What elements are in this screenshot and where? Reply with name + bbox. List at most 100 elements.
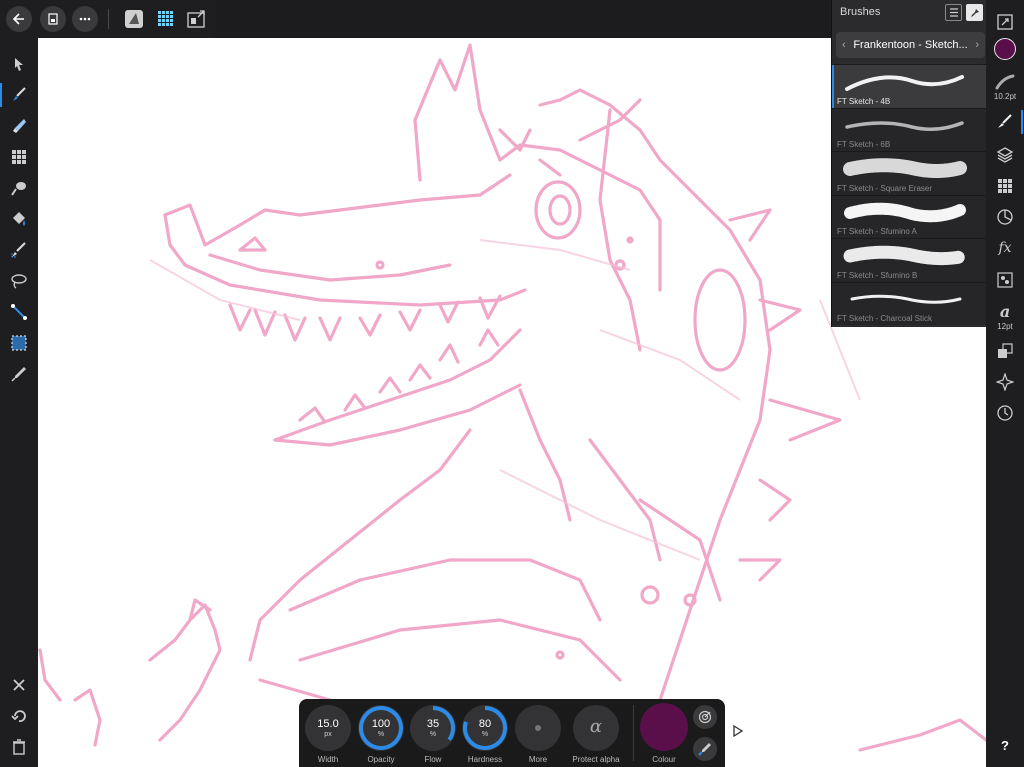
picker-icon[interactable] xyxy=(693,737,717,761)
channels-icon[interactable] xyxy=(991,266,1019,294)
help-icon[interactable]: ? xyxy=(996,738,1014,756)
brush-name: FT Sketch - 6B xyxy=(837,140,891,149)
selection-brush-tool-icon[interactable] xyxy=(5,236,33,264)
brush-item[interactable]: FT Sketch - 4B xyxy=(832,64,987,108)
brush-stroke-preview xyxy=(843,158,967,178)
pin-icon[interactable] xyxy=(966,4,983,21)
export-persona-icon[interactable] xyxy=(187,9,207,34)
brush-stroke-preview xyxy=(844,202,966,222)
layers-icon[interactable] xyxy=(991,141,1019,169)
flow-label: Flow xyxy=(424,755,442,764)
width-label: Width xyxy=(317,755,339,764)
width-dial[interactable]: 15.0 px xyxy=(305,705,351,751)
move-tool-icon[interactable] xyxy=(5,50,33,78)
brush-stroke-preview xyxy=(845,75,964,91)
brush-category-selector[interactable]: ‹ Frankentoon - Sketch... › xyxy=(836,32,985,58)
undo-icon[interactable] xyxy=(5,702,33,730)
protect-alpha-button[interactable]: α xyxy=(573,705,619,751)
brush-item[interactable]: FT Sketch - Charcoal Stick xyxy=(832,281,987,325)
smudge-tool-icon[interactable] xyxy=(5,174,33,202)
brush-stroke-preview xyxy=(850,294,962,304)
brushes-header: Brushes xyxy=(832,0,986,25)
colour-button[interactable] xyxy=(640,703,688,751)
more-button[interactable] xyxy=(515,705,561,751)
more-label: More xyxy=(528,755,548,764)
transform-icon[interactable] xyxy=(991,337,1019,365)
freehand-selection-tool-icon[interactable] xyxy=(5,267,33,295)
fx-icon[interactable]: fx xyxy=(991,234,1019,262)
colour-label: Colour xyxy=(652,755,676,764)
brush-name: FT Sketch - Sfumino B xyxy=(837,270,918,280)
brush-item[interactable]: FT Sketch - Sfumino B xyxy=(832,238,987,282)
close-icon[interactable] xyxy=(5,671,33,699)
colour-circle xyxy=(994,38,1016,60)
text-styles-icon[interactable]: a xyxy=(991,297,1019,325)
hardness-dial[interactable]: 80 % xyxy=(462,705,508,751)
opacity-unit: % xyxy=(377,731,385,738)
list-view-icon[interactable] xyxy=(945,4,962,21)
brush-name: FT Sketch - 4B xyxy=(837,96,891,106)
adjustments-icon[interactable] xyxy=(991,203,1019,231)
colour-circle xyxy=(640,703,688,751)
hardness-label: Hardness xyxy=(467,755,503,764)
gradient-tool-icon[interactable] xyxy=(5,298,33,326)
flow-dial[interactable]: 35 % xyxy=(410,705,456,751)
active-indicator xyxy=(1021,110,1023,134)
opacity-value: 100 xyxy=(371,718,391,730)
colour-swatch[interactable] xyxy=(991,35,1019,63)
color-picker-tool-icon[interactable] xyxy=(5,360,33,388)
more-dot-icon xyxy=(535,725,541,731)
brush-item[interactable]: FT Sketch - 6B xyxy=(832,107,987,151)
flood-fill-tool-icon[interactable] xyxy=(5,205,33,233)
affinity-photo-app: Brushes ‹ Frankentoon - Sketch... › FT S… xyxy=(0,0,1024,767)
pixel-persona-icon[interactable] xyxy=(156,9,176,34)
width-unit: px xyxy=(324,731,332,738)
brush-studio-icon[interactable] xyxy=(991,108,1019,136)
flow-unit: % xyxy=(429,731,437,738)
panel-title: Brushes xyxy=(840,6,881,18)
swatches-grid-icon[interactable] xyxy=(991,172,1019,200)
flow-value: 35 xyxy=(426,718,440,730)
play-icon[interactable] xyxy=(732,724,744,742)
divider xyxy=(633,705,634,761)
pixel-grid-tool-icon[interactable] xyxy=(5,143,33,171)
brush-name: FT Sketch - Sfumino A xyxy=(837,227,917,236)
navigator-icon[interactable] xyxy=(991,368,1019,396)
left-toolbar xyxy=(0,38,38,767)
back-arrow-icon[interactable] xyxy=(6,6,32,32)
context-toolbar: 15.0 px Width 100 % Opacity 35 % Flow 80… xyxy=(299,699,725,767)
chevron-right-icon[interactable]: › xyxy=(975,39,979,51)
width-value: 15.0 xyxy=(317,718,339,730)
text-size-label: 12pt xyxy=(997,322,1013,331)
fit-to-screen-icon[interactable] xyxy=(991,8,1019,36)
brush-category-name: Frankentoon - Sketch... xyxy=(853,39,968,51)
right-toolbar: 10.2pt fx a 12pt xyxy=(986,0,1024,767)
brush-item[interactable]: FT Sketch - Square Eraser xyxy=(832,151,987,195)
document-icon[interactable] xyxy=(40,6,66,32)
hardness-value: 80 xyxy=(478,718,492,730)
opacity-label: Opacity xyxy=(367,755,395,764)
brush-stroke-preview xyxy=(845,120,964,131)
brush-size-label: 10.2pt xyxy=(993,92,1017,101)
brush-name: FT Sketch - Charcoal Stick xyxy=(837,314,932,323)
marquee-tool-icon[interactable] xyxy=(5,329,33,357)
target-icon[interactable] xyxy=(693,705,717,729)
opacity-dial[interactable]: 100 % xyxy=(358,705,404,751)
brushes-panel: Brushes ‹ Frankentoon - Sketch... › FT S… xyxy=(831,0,987,327)
brush-list: FT Sketch - 4B FT Sketch - 6B FT Sketch … xyxy=(832,64,987,325)
brush-name: FT Sketch - Square Eraser xyxy=(837,183,932,193)
divider xyxy=(108,9,109,29)
history-icon[interactable] xyxy=(991,399,1019,427)
hardness-unit: % xyxy=(481,731,489,738)
protect-alpha-label: Protect alpha xyxy=(572,755,620,764)
more-dots-icon[interactable] xyxy=(72,6,98,32)
chevron-left-icon[interactable]: ‹ xyxy=(842,39,846,51)
alpha-icon: α xyxy=(589,716,603,737)
erase-brush-tool-icon[interactable] xyxy=(5,112,33,140)
delete-icon[interactable] xyxy=(5,733,33,761)
designer-persona-icon[interactable] xyxy=(124,9,144,34)
brush-item[interactable]: FT Sketch - Sfumino A xyxy=(832,194,987,238)
paint-brush-tool-icon[interactable] xyxy=(0,81,33,109)
top-bar xyxy=(0,0,216,38)
brush-stroke-preview xyxy=(843,245,967,266)
